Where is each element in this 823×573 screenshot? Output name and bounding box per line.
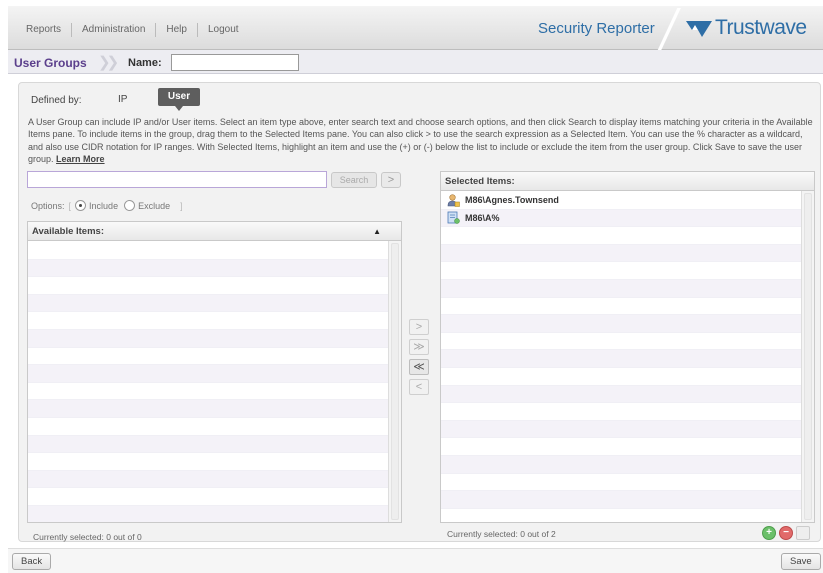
list-item[interactable] xyxy=(441,227,801,245)
list-item[interactable] xyxy=(28,365,388,383)
back-button[interactable]: Back xyxy=(12,553,52,570)
list-item[interactable] xyxy=(28,488,388,506)
list-item[interactable] xyxy=(28,400,388,418)
selected-item-user[interactable]: M86\Agnes.Townsend xyxy=(441,192,801,210)
list-item[interactable] xyxy=(441,333,801,351)
user-group-panel: Defined by: IP User A User Group can inc… xyxy=(18,82,821,542)
list-item[interactable] xyxy=(441,262,801,280)
move-left-button[interactable]: < xyxy=(409,379,429,395)
menu-logout[interactable]: Logout xyxy=(198,23,249,37)
menu-help[interactable]: Help xyxy=(156,23,198,37)
sort-asc-icon[interactable]: ▲ xyxy=(373,222,381,241)
menu-administration[interactable]: Administration xyxy=(72,23,157,37)
move-all-right-button[interactable]: ≫ xyxy=(409,339,429,355)
main-menu: Reports Administration Help Logout xyxy=(22,23,249,37)
list-item[interactable] xyxy=(28,329,388,348)
list-item[interactable] xyxy=(28,277,388,295)
exclude-radio[interactable] xyxy=(124,200,136,211)
list-item[interactable] xyxy=(441,385,801,404)
scrollbar-thumb[interactable] xyxy=(804,193,812,520)
menu-reports[interactable]: Reports xyxy=(22,23,73,37)
instructions-text: A User Group can include IP and/or User … xyxy=(28,116,818,165)
search-input[interactable] xyxy=(27,171,327,188)
selected-items-scrollbar[interactable] xyxy=(801,191,814,522)
selected-items-title: Selected Items: xyxy=(445,176,515,187)
list-item[interactable] xyxy=(28,383,388,401)
selected-status: Currently selected: 0 out of 2 xyxy=(447,529,556,539)
brand-name: Trustwave xyxy=(715,16,807,39)
instructions-body: A User Group can include IP and/or User … xyxy=(28,117,813,164)
list-item[interactable] xyxy=(441,403,801,421)
include-item-plus-icon[interactable]: + xyxy=(762,526,776,540)
list-item[interactable] xyxy=(441,244,801,263)
include-label: Include xyxy=(89,200,119,211)
list-item[interactable] xyxy=(28,348,388,366)
breadcrumb-bar: User Groups ❯❯ Name: xyxy=(8,50,823,74)
defined-by-ip-option[interactable]: IP xyxy=(118,94,127,105)
selected-item-label: M86\Agnes.Townsend xyxy=(465,195,559,206)
top-header: Reports Administration Help Logout Secur… xyxy=(8,6,823,50)
header-divider xyxy=(649,8,689,50)
defined-by-label: Defined by: xyxy=(31,95,82,106)
scrollbar-thumb[interactable] xyxy=(391,243,399,520)
selected-items-header[interactable]: Selected Items: xyxy=(441,172,814,191)
user-icon xyxy=(447,194,460,207)
breadcrumb-chevron-icon: ❯❯ xyxy=(98,54,119,71)
list-item[interactable] xyxy=(28,453,388,471)
options-label: Options: xyxy=(31,200,65,211)
available-items-title: Available Items: xyxy=(32,226,104,237)
brand-logo: Trustwave xyxy=(686,16,807,40)
list-item[interactable] xyxy=(28,294,388,313)
exclude-label: Exclude xyxy=(138,200,171,211)
list-item[interactable] xyxy=(28,259,388,278)
list-item[interactable] xyxy=(28,312,388,330)
defined-by-user-option[interactable]: User xyxy=(158,88,200,111)
list-item[interactable] xyxy=(441,420,801,439)
search-button[interactable]: Search xyxy=(331,172,377,188)
move-right-button[interactable]: > xyxy=(409,319,429,335)
name-input[interactable] xyxy=(171,54,299,71)
selected-items-list[interactable]: Selected Items: M86\Agnes.Townsend M86\A xyxy=(440,171,815,523)
list-item[interactable] xyxy=(441,298,801,316)
move-all-left-button[interactable]: ≪ xyxy=(409,359,429,375)
list-item[interactable] xyxy=(28,505,388,522)
selected-item-label: M86\A% xyxy=(465,212,500,223)
use-expression-button[interactable]: > xyxy=(381,172,401,188)
page-title: User Groups xyxy=(14,56,87,70)
list-item[interactable] xyxy=(441,455,801,474)
available-items-rows xyxy=(28,242,388,522)
options-bracket-open: [ xyxy=(68,200,72,211)
include-radio[interactable] xyxy=(75,200,87,211)
list-item[interactable] xyxy=(441,474,801,492)
list-item[interactable] xyxy=(28,435,388,454)
available-items-scrollbar[interactable] xyxy=(388,241,401,522)
wildcard-icon xyxy=(447,211,460,225)
list-item[interactable] xyxy=(28,242,388,260)
selected-item-wildcard[interactable]: M86\A% xyxy=(441,209,801,228)
list-item[interactable] xyxy=(441,350,801,368)
learn-more-link[interactable]: Learn More xyxy=(56,154,105,164)
footer-bar xyxy=(8,548,823,573)
name-label: Name: xyxy=(128,57,162,69)
list-item[interactable] xyxy=(28,418,388,436)
search-options: Options: [ Include Exclude ] xyxy=(31,200,187,211)
selected-items-rows: M86\Agnes.Townsend M86\A% xyxy=(441,192,801,522)
available-status: Currently selected: 0 out of 0 xyxy=(33,532,142,542)
options-bracket-close: ] xyxy=(180,200,183,211)
list-item[interactable] xyxy=(441,368,801,386)
list-item[interactable] xyxy=(441,491,801,509)
available-items-header[interactable]: Available Items: ▲ xyxy=(28,222,401,241)
product-name: Security Reporter xyxy=(538,20,655,37)
list-item[interactable] xyxy=(441,438,801,456)
exclude-item-minus-icon[interactable]: − xyxy=(779,526,793,540)
copy-icon[interactable] xyxy=(796,526,810,540)
save-button[interactable]: Save xyxy=(781,553,821,570)
trustwave-logo-icon xyxy=(686,21,712,37)
list-item[interactable] xyxy=(441,279,801,298)
available-items-list[interactable]: Available Items: ▲ xyxy=(27,221,402,523)
list-item[interactable] xyxy=(28,470,388,489)
list-item[interactable] xyxy=(441,315,801,333)
list-item[interactable] xyxy=(441,509,801,522)
